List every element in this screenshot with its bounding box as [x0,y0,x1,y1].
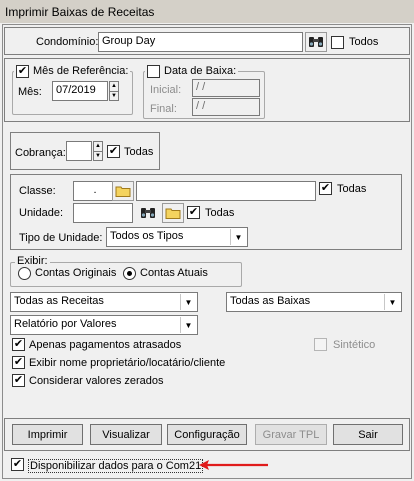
exibir-nome-label: Exibir nome proprietário/locatário/clien… [29,357,226,369]
cobranca-todas-label: Todas [124,146,154,158]
mes-referencia-label: Mês de Referência: [33,65,129,77]
classe-todas-checkbox[interactable]: ✔ [319,182,332,195]
sintetico-label: Sintético [333,339,376,351]
relatorio-value: Relatório por Valores [14,318,117,330]
binoculars-icon [141,208,155,218]
exibir-legend: Exibir: [15,255,50,267]
mes-input[interactable]: 07/2019 [52,81,108,101]
contas-originais-label: Contas Originais [35,267,117,279]
annotation-arrow-icon [199,460,268,470]
contas-originais-radio[interactable] [18,267,31,280]
binoculars-icon [309,37,323,47]
cobranca-label: Cobrança: [15,147,66,159]
condominio-input[interactable]: Group Day [98,32,303,52]
sair-button[interactable]: Sair [333,424,403,445]
data-baixa-label: Data de Baixa: [164,65,237,77]
unidade-input[interactable] [73,203,133,223]
data-baixa-legend: Data de Baixa: [145,64,239,78]
mes-referencia-checkbox[interactable]: ✔ [16,64,29,78]
final-label: Final: [150,103,177,115]
mes-referencia-legend: ✔ Mês de Referência: [14,64,131,78]
folder-icon [115,186,131,197]
title-bar: Imprimir Baixas de Receitas [0,0,414,23]
imprimir-button[interactable]: Imprimir [12,424,83,445]
spin-up-icon[interactable]: ▲ [110,82,118,91]
cobranca-panel: Cobrança: ▲ ▼ ✔ Todas [10,132,160,170]
periodo-panel: ✔ Mês de Referência: Mês: 07/2019 ▲ ▼ Dat… [4,58,410,122]
baixas-select[interactable]: Todas as Baixas ▼ [226,292,402,312]
valores-zerados-checkbox[interactable]: ✔ [12,374,25,387]
relatorio-select[interactable]: Relatório por Valores ▼ [10,315,198,335]
spin-up-icon[interactable]: ▲ [94,142,102,151]
classe-name-input[interactable] [136,181,316,201]
chevron-down-icon: ▼ [180,294,196,310]
com21-label: Disponibilizar dados para o Com21 [28,459,204,473]
condominio-panel: Condomínio: Group Day Todos [4,27,410,55]
classe-folder-button[interactable] [112,181,134,201]
search-unidade-button[interactable] [138,203,158,223]
imprimir-label: Imprimir [27,428,68,441]
cobranca-todas-checkbox[interactable]: ✔ [107,145,120,158]
inicial-input[interactable]: / / [192,79,260,97]
gravar-tpl-button[interactable]: Gravar TPL [255,424,327,445]
tipo-unidade-value: Todos os Tipos [110,230,184,242]
cobranca-input[interactable] [66,141,92,161]
configuracao-label: Configuração [174,428,240,441]
classe-todas-label: Todas [337,183,367,195]
unidade-todas-label: Todas [205,207,235,219]
tipo-unidade-select[interactable]: Todos os Tipos ▼ [106,227,248,247]
sair-label: Sair [358,428,378,441]
tipo-unidade-label: Tipo de Unidade: [19,232,103,244]
cobranca-spinner[interactable]: ▲ ▼ [93,141,103,161]
contas-atuais-label: Contas Atuais [140,267,208,279]
spin-down-icon[interactable]: ▼ [94,150,102,161]
classe-label: Classe: [19,185,56,197]
apenas-atrasados-label: Apenas pagamentos atrasados [29,339,182,351]
exibir-nome-checkbox[interactable]: ✔ [12,356,25,369]
classe-unidade-panel: Classe: . ✔ Todas Unidade: ✔ Todas Tipo … [10,174,402,250]
receitas-value: Todas as Receitas [14,295,104,307]
receitas-select[interactable]: Todas as Receitas ▼ [10,292,198,312]
chevron-down-icon: ▼ [180,317,196,333]
spin-down-icon[interactable]: ▼ [110,90,118,101]
folder-icon [165,208,181,219]
condominio-label: Condomínio: [36,36,99,48]
data-baixa-checkbox[interactable] [147,64,160,78]
condominio-todos-label: Todos [349,36,379,48]
mes-label: Mês: [18,86,42,98]
radio-dot [127,271,132,276]
chevron-down-icon: ▼ [384,294,400,310]
sintetico-checkbox[interactable] [314,338,327,351]
configuracao-button[interactable]: Configuração [167,424,247,445]
apenas-atrasados-checkbox[interactable]: ✔ [12,338,25,351]
condominio-todos-checkbox[interactable] [331,36,344,49]
final-input[interactable]: / / [192,98,260,116]
baixas-value: Todas as Baixas [230,295,311,307]
unidade-todas-checkbox[interactable]: ✔ [187,206,200,219]
com21-checkbox[interactable]: ✔ [11,458,24,471]
inicial-label: Inicial: [150,84,182,96]
unidade-label: Unidade: [19,207,64,219]
search-condominio-button[interactable] [305,32,327,52]
visualizar-button[interactable]: Visualizar [90,424,162,445]
window-title: Imprimir Baixas de Receitas [5,5,155,19]
chevron-down-icon: ▼ [230,229,246,245]
valores-zerados-label: Considerar valores zerados [29,375,164,387]
buttons-panel: Imprimir Visualizar Configuração Gravar … [4,418,410,451]
gravar-tpl-label: Gravar TPL [262,428,320,441]
mes-spinner[interactable]: ▲ ▼ [109,81,119,101]
visualizar-label: Visualizar [102,428,150,441]
classe-code-input[interactable]: . [73,181,117,201]
unidade-folder-button[interactable] [162,203,184,223]
contas-atuais-radio[interactable] [123,267,136,280]
